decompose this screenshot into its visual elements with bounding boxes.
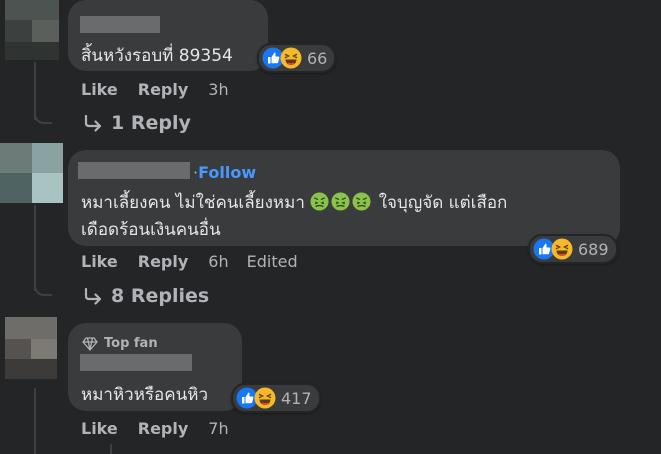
comment-text-part: ใจบุญจัด แต่เสือก: [378, 193, 508, 213]
replies-count-label: 1 Reply: [111, 112, 191, 134]
reaction-summary[interactable]: 689: [528, 234, 618, 264]
author-name-redacted[interactable]: [80, 354, 192, 371]
sick-face-icon: [352, 192, 371, 211]
top-fan-label: Top fan: [104, 336, 158, 351]
reaction-count: 417: [281, 388, 312, 408]
avatar[interactable]: [0, 143, 63, 203]
sick-face-icon: [310, 192, 329, 211]
reply-arrow-icon: [84, 287, 102, 305]
avatar[interactable]: [5, 317, 57, 379]
thread-connector: [34, 100, 52, 124]
like-button[interactable]: Like: [81, 419, 118, 438]
comment-bubble[interactable]: ·Follow หมาเลี้ยงคน ไม่ใช่คนเลี้ยงหมา ใจ…: [68, 150, 620, 246]
view-replies-link[interactable]: 1 Reply: [83, 112, 191, 134]
reply-button[interactable]: Reply: [138, 252, 189, 271]
timestamp[interactable]: 3h: [208, 80, 228, 99]
comment-actions: Like Reply 7h: [81, 419, 247, 438]
comment-text-part: หมาเลี้ยงคน ไม่ใช่คนเลี้ยงหมา: [81, 193, 305, 213]
like-button[interactable]: Like: [81, 80, 118, 99]
haha-icon: [280, 47, 302, 69]
follow-link[interactable]: ·Follow: [193, 163, 256, 182]
comment-thread: สิ้นหวังรอบที่ 89354 66 Like Reply 3h 1 …: [0, 0, 661, 454]
comment-bubble[interactable]: Top fan หมาหิวหรือคนหิว: [68, 323, 242, 411]
haha-icon: [254, 387, 276, 409]
sick-face-icon: [331, 192, 350, 211]
edited-label: Edited: [246, 252, 298, 271]
haha-icon: [551, 238, 573, 260]
top-fan-badge: Top fan: [82, 336, 158, 351]
thread-connector: [34, 272, 52, 296]
diamond-icon: [82, 336, 98, 351]
like-button[interactable]: Like: [81, 252, 118, 271]
comment-bubble[interactable]: สิ้นหวังรอบที่ 89354: [68, 0, 268, 71]
reaction-summary[interactable]: 417: [231, 383, 321, 413]
timestamp[interactable]: 6h: [208, 252, 228, 271]
comment-text-line-2: เดือดร้อนเงินคนอื่น: [81, 220, 221, 240]
comment-actions: Like Reply 3h: [81, 80, 247, 99]
comment-actions: Like Reply 6h Edited: [81, 252, 316, 271]
reaction-summary[interactable]: 66: [257, 43, 337, 73]
view-replies-link[interactable]: 8 Replies: [83, 285, 209, 307]
comment-text-line-1: หมาเลี้ยงคน ไม่ใช่คนเลี้ยงหมา ใจบุญจัด แ…: [81, 189, 507, 216]
avatar[interactable]: [5, 0, 59, 60]
comment-text: หมาหิวหรือคนหิว: [81, 385, 209, 405]
comment-text: สิ้นหวังรอบที่ 89354: [81, 46, 233, 66]
thread-line: [34, 388, 36, 454]
reaction-count: 66: [307, 48, 328, 68]
follow-label[interactable]: Follow: [198, 163, 256, 182]
reply-arrow-icon: [84, 114, 102, 132]
author-name-redacted[interactable]: [80, 16, 160, 33]
author-name-redacted[interactable]: [78, 162, 190, 179]
replies-count-label: 8 Replies: [111, 285, 210, 307]
timestamp[interactable]: 7h: [208, 419, 228, 438]
reply-button[interactable]: Reply: [138, 419, 189, 438]
thread-line: [110, 444, 112, 454]
reply-button[interactable]: Reply: [138, 80, 189, 99]
reaction-count: 689: [578, 239, 609, 259]
